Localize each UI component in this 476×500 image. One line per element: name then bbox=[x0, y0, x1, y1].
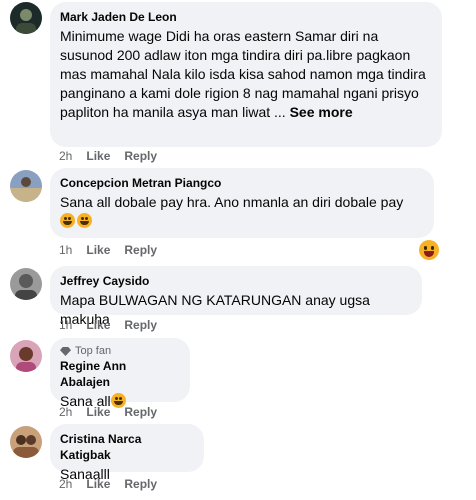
timestamp[interactable]: 1h bbox=[59, 318, 72, 332]
timestamp[interactable]: 1h bbox=[59, 243, 72, 257]
timestamp[interactable]: 2h bbox=[59, 477, 72, 491]
comment-actions: 2h Like Reply bbox=[59, 149, 157, 163]
like-button[interactable]: Like bbox=[86, 405, 110, 419]
comment-actions: 2h Like Reply bbox=[59, 477, 157, 491]
haha-reaction-icon[interactable] bbox=[419, 240, 439, 260]
reply-button[interactable]: Reply bbox=[124, 318, 157, 332]
commenter-name[interactable]: Regine Ann Abalajen bbox=[60, 358, 178, 390]
comment-bubble: Cristina Narca Katigbak Sanaalll bbox=[50, 424, 204, 482]
timestamp[interactable]: 2h bbox=[59, 405, 72, 419]
like-button[interactable]: Like bbox=[86, 149, 110, 163]
avatar[interactable] bbox=[10, 170, 42, 202]
reply-button[interactable]: Reply bbox=[124, 243, 157, 257]
top-fan-badge: Top fan bbox=[60, 345, 178, 358]
reply-button[interactable]: Reply bbox=[124, 477, 157, 491]
commenter-name[interactable]: Cristina Narca Katigbak bbox=[60, 431, 192, 463]
avatar[interactable] bbox=[10, 426, 42, 458]
like-button[interactable]: Like bbox=[86, 477, 110, 491]
commenter-name[interactable]: Concepcion Metran Piangco bbox=[60, 175, 422, 191]
comment-actions: 1h Like Reply bbox=[59, 318, 157, 332]
avatar[interactable] bbox=[10, 340, 42, 372]
top-fan-label: Top fan bbox=[75, 345, 112, 357]
like-button[interactable]: Like bbox=[86, 243, 110, 257]
comment-actions: 2h Like Reply bbox=[59, 405, 157, 419]
timestamp[interactable]: 2h bbox=[59, 149, 72, 163]
commenter-name[interactable]: Mark Jaden De Leon bbox=[60, 9, 430, 25]
avatar[interactable] bbox=[10, 268, 42, 300]
see-more-link[interactable]: See more bbox=[290, 104, 353, 120]
reply-button[interactable]: Reply bbox=[124, 149, 157, 163]
like-button[interactable]: Like bbox=[86, 318, 110, 332]
comment-actions: 1h Like Reply bbox=[59, 243, 157, 257]
grimace-emoji-icon bbox=[60, 213, 75, 228]
comment-text: Minimume wage Didi ha oras eastern Samar… bbox=[60, 27, 430, 122]
comment-bubble: Concepcion Metran Piangco Sana all dobal… bbox=[50, 168, 434, 238]
comment-body: Sana all dobale pay hra. Ano nmanla an d… bbox=[60, 194, 404, 210]
comment-body: Minimume wage Didi ha oras eastern Samar… bbox=[60, 28, 426, 120]
comment-bubble: Jeffrey Caysido Mapa BULWAGAN NG KATARUN… bbox=[50, 266, 422, 327]
commenter-name[interactable]: Jeffrey Caysido bbox=[60, 273, 410, 289]
comment-bubble: Top fan Regine Ann Abalajen Sana all bbox=[50, 338, 190, 409]
comment-bubble: Mark Jaden De Leon Minimume wage Didi ha… bbox=[50, 2, 442, 147]
grimace-emoji-icon bbox=[77, 213, 92, 228]
avatar[interactable] bbox=[10, 2, 42, 34]
diamond-icon bbox=[60, 347, 71, 356]
reply-button[interactable]: Reply bbox=[124, 405, 157, 419]
comment-text: Sana all dobale pay hra. Ano nmanla an d… bbox=[60, 193, 422, 231]
